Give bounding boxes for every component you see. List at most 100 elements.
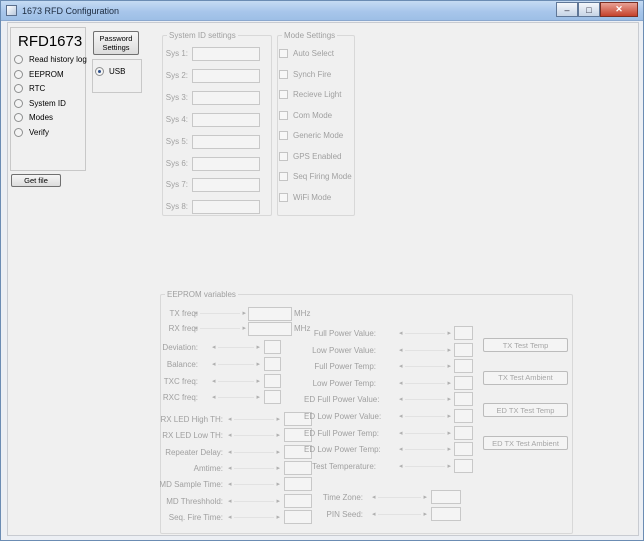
- eeprom-slider-full-power-temp[interactable]: ◂ ▸: [399, 362, 451, 372]
- eeprom-value-full-power-temp[interactable]: [454, 359, 473, 374]
- mode-checkbox-wifi-mode[interactable]: [279, 192, 288, 202]
- eeprom-value-rx-freq[interactable]: [248, 322, 292, 336]
- password-settings-button[interactable]: Password Settings: [93, 31, 139, 55]
- eeprom-slider-deviation[interactable]: ◂ ▸: [212, 343, 260, 353]
- scroll-right-icon[interactable]: ▸: [276, 464, 280, 474]
- scroll-right-icon[interactable]: ▸: [256, 393, 260, 403]
- eeprom-value-md-sample-time[interactable]: [284, 477, 312, 492]
- sys-input[interactable]: [192, 134, 260, 149]
- option-radio-read-history-log[interactable]: [14, 55, 23, 64]
- scroll-right-icon[interactable]: ▸: [447, 395, 451, 405]
- eeprom-value-ed-full-power-value[interactable]: [454, 392, 473, 407]
- scroll-right-icon[interactable]: ▸: [447, 329, 451, 339]
- tx-test-temp-button[interactable]: TX Test Temp: [483, 338, 568, 352]
- usb-radio[interactable]: [95, 67, 104, 76]
- scroll-right-icon[interactable]: ▸: [256, 360, 260, 370]
- mode-checkbox-com-mode[interactable]: [279, 110, 288, 120]
- option-radio-system-id[interactable]: [14, 98, 23, 108]
- eeprom-value-test-temperature[interactable]: [454, 458, 473, 473]
- scroll-left-icon[interactable]: ◂: [372, 493, 376, 503]
- scroll-left-icon[interactable]: ◂: [372, 510, 376, 520]
- eeprom-slider-pin-seed[interactable]: ◂ ▸: [372, 510, 427, 520]
- get-file-button[interactable]: Get file: [11, 174, 61, 187]
- scroll-left-icon[interactable]: ◂: [399, 395, 403, 405]
- eeprom-slider-txc-freq[interactable]: ◂ ▸: [212, 377, 260, 387]
- scroll-right-icon[interactable]: ▸: [256, 343, 260, 353]
- sys-input[interactable]: [192, 200, 260, 215]
- scroll-left-icon[interactable]: ◂: [399, 329, 403, 339]
- eeprom-value-rxc-freq[interactable]: [264, 390, 281, 404]
- scroll-left-icon[interactable]: ◂: [228, 464, 232, 474]
- mode-checkbox-auto-select[interactable]: [279, 49, 288, 58]
- option-radio-verify[interactable]: [14, 128, 23, 137]
- eeprom-value-time-zone[interactable]: [431, 490, 461, 504]
- eeprom-value-deviation[interactable]: [264, 340, 281, 354]
- eeprom-slider-repeater-delay[interactable]: ◂ ▸: [228, 448, 280, 458]
- scroll-left-icon[interactable]: ◂: [399, 346, 403, 356]
- eeprom-slider-ed-full-power-temp[interactable]: ◂ ▸: [399, 429, 451, 439]
- eeprom-value-balance[interactable]: [264, 357, 281, 371]
- scroll-left-icon[interactable]: ◂: [228, 448, 232, 458]
- eeprom-slider-tx-freq[interactable]: ◂ ▸: [194, 309, 246, 319]
- scroll-left-icon[interactable]: ◂: [194, 324, 198, 334]
- eeprom-slider-ed-full-power-value[interactable]: ◂ ▸: [399, 395, 451, 405]
- scroll-left-icon[interactable]: ◂: [399, 412, 403, 422]
- title-bar[interactable]: 1673 RFD Configuration – □ ✕: [1, 1, 643, 21]
- scroll-left-icon[interactable]: ◂: [212, 393, 216, 403]
- eeprom-value-low-power-value[interactable]: [454, 342, 473, 357]
- scroll-right-icon[interactable]: ▸: [447, 445, 451, 455]
- scroll-left-icon[interactable]: ◂: [228, 431, 232, 441]
- eeprom-slider-md-threshhold[interactable]: ◂ ▸: [228, 497, 280, 507]
- scroll-right-icon[interactable]: ▸: [256, 377, 260, 387]
- eeprom-slider-md-sample-time[interactable]: ◂ ▸: [228, 480, 280, 490]
- mode-checkbox-seq-firing-mode[interactable]: [279, 172, 288, 181]
- option-radio-eeprom[interactable]: [14, 69, 23, 79]
- eeprom-slider-full-power-value[interactable]: ◂ ▸: [399, 329, 451, 339]
- eeprom-slider-low-power-temp[interactable]: ◂ ▸: [399, 379, 451, 389]
- scroll-right-icon[interactable]: ▸: [276, 448, 280, 458]
- scroll-left-icon[interactable]: ◂: [212, 377, 216, 387]
- eeprom-slider-ed-low-power-temp[interactable]: ◂ ▸: [399, 445, 451, 455]
- tx-test-ambient-button[interactable]: TX Test Ambient: [483, 370, 568, 385]
- sys-input[interactable]: [192, 47, 260, 61]
- scroll-right-icon[interactable]: ▸: [447, 412, 451, 422]
- scroll-right-icon[interactable]: ▸: [242, 309, 246, 319]
- scroll-left-icon[interactable]: ◂: [399, 429, 403, 439]
- scroll-left-icon[interactable]: ◂: [212, 360, 216, 370]
- scroll-right-icon[interactable]: ▸: [423, 493, 427, 503]
- sys-input[interactable]: [192, 156, 260, 171]
- scroll-left-icon[interactable]: ◂: [399, 462, 403, 472]
- eeprom-value-ed-low-power-temp[interactable]: [454, 442, 473, 457]
- eeprom-slider-ed-low-power-value[interactable]: ◂ ▸: [399, 412, 451, 422]
- scroll-right-icon[interactable]: ▸: [276, 513, 280, 523]
- eeprom-slider-seq-fire-time[interactable]: ◂ ▸: [228, 513, 280, 523]
- mode-checkbox-generic-mode[interactable]: [279, 131, 288, 140]
- scroll-right-icon[interactable]: ▸: [447, 346, 451, 356]
- mode-checkbox-synch-fire[interactable]: [279, 69, 288, 79]
- scroll-left-icon[interactable]: ◂: [228, 497, 232, 507]
- sys-input[interactable]: [192, 68, 260, 83]
- scroll-right-icon[interactable]: ▸: [276, 497, 280, 507]
- scroll-right-icon[interactable]: ▸: [447, 379, 451, 389]
- eeprom-slider-amtime[interactable]: ◂ ▸: [228, 464, 280, 474]
- mode-checkbox-gps-enabled[interactable]: [279, 151, 288, 161]
- scroll-left-icon[interactable]: ◂: [228, 480, 232, 490]
- eeprom-slider-balance[interactable]: ◂ ▸: [212, 360, 260, 370]
- scroll-right-icon[interactable]: ▸: [242, 324, 246, 334]
- sys-input[interactable]: [192, 178, 260, 193]
- eeprom-value-txc-freq[interactable]: [264, 374, 281, 388]
- scroll-right-icon[interactable]: ▸: [447, 462, 451, 472]
- eeprom-slider-rx-led-low-th[interactable]: ◂ ▸: [228, 431, 280, 441]
- scroll-left-icon[interactable]: ◂: [212, 343, 216, 353]
- eeprom-value-tx-freq[interactable]: [248, 307, 292, 321]
- scroll-left-icon[interactable]: ◂: [228, 513, 232, 523]
- scroll-right-icon[interactable]: ▸: [447, 362, 451, 372]
- eeprom-value-ed-low-power-value[interactable]: [454, 409, 473, 423]
- scroll-left-icon[interactable]: ◂: [194, 309, 198, 319]
- scroll-left-icon[interactable]: ◂: [228, 415, 232, 425]
- scroll-right-icon[interactable]: ▸: [276, 480, 280, 490]
- scroll-left-icon[interactable]: ◂: [399, 379, 403, 389]
- eeprom-value-pin-seed[interactable]: [431, 507, 461, 521]
- eeprom-slider-rx-led-high-th[interactable]: ◂ ▸: [228, 415, 280, 425]
- scroll-left-icon[interactable]: ◂: [399, 362, 403, 372]
